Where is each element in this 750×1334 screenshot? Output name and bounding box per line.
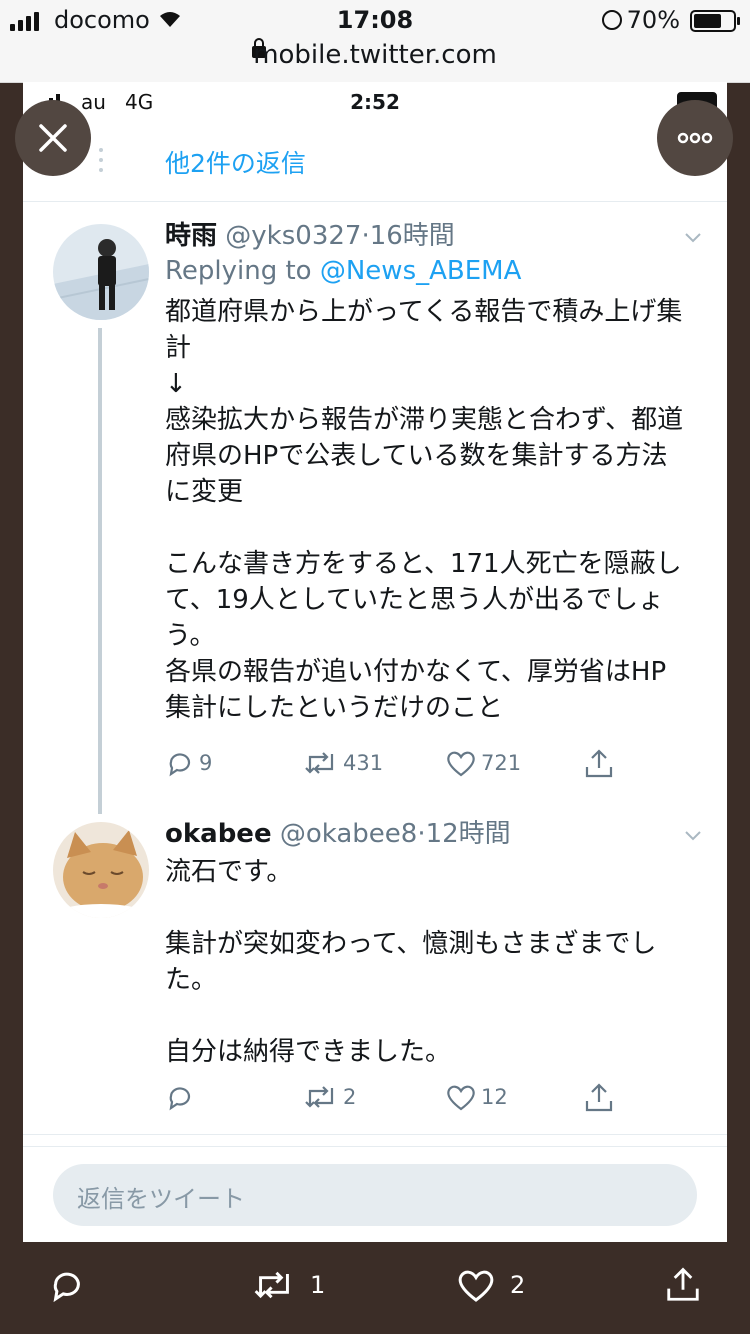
like-button[interactable]: 12 xyxy=(445,1082,508,1112)
reply-button[interactable] xyxy=(48,1266,86,1304)
like-count: 12 xyxy=(481,1085,508,1109)
tweet-actions: 2 12 xyxy=(165,1082,635,1122)
chevron-down-icon[interactable] xyxy=(685,230,701,246)
clock: 2:52 xyxy=(350,90,400,114)
like-button[interactable]: 2 xyxy=(456,1266,525,1304)
like-button[interactable]: 721 xyxy=(445,748,521,778)
reply-placeholder: 返信をツイート xyxy=(77,1185,245,1213)
avatar[interactable] xyxy=(53,822,149,918)
media-action-bar: 1 2 xyxy=(0,1242,750,1334)
tweet-header: okabee @okabee8·12時間 xyxy=(165,819,511,849)
mention-link[interactable]: @News_ABEMA xyxy=(320,256,522,286)
share-button[interactable] xyxy=(583,748,615,780)
close-icon xyxy=(39,124,67,152)
tweet-time: 16時間 xyxy=(369,221,455,251)
thread-dots-icon xyxy=(99,148,103,178)
retweet-icon xyxy=(305,1086,334,1108)
url-bar[interactable]: mobile.twitter.com xyxy=(0,40,750,70)
tweet-actions: 9 431 721 xyxy=(165,748,635,788)
display-name[interactable]: 時雨 xyxy=(165,221,217,251)
replying-to: Replying to @News_ABEMA xyxy=(165,256,522,286)
like-count: 721 xyxy=(481,751,522,775)
more-options-button[interactable] xyxy=(657,100,733,176)
heart-icon xyxy=(458,1270,494,1302)
share-icon xyxy=(585,1083,613,1112)
retweet-icon xyxy=(305,752,334,774)
tweet[interactable]: okabee @okabee8·12時間 流石です。 集計が突如変わって、憶測も… xyxy=(23,802,727,1132)
retweet-button[interactable]: 2 xyxy=(303,1082,356,1112)
share-icon xyxy=(667,1267,699,1301)
avatar[interactable] xyxy=(53,224,149,320)
divider xyxy=(23,1134,727,1135)
tweet-text: 流石です。 集計が突如変わって、憶測もさまざまでし た。 自分は納得できました。 xyxy=(165,857,657,1067)
more-replies-link[interactable]: 他2件の返信 xyxy=(165,144,306,180)
reply-icon xyxy=(169,753,191,777)
close-button[interactable] xyxy=(15,100,91,176)
tweet-screenshot: au 4G 2:52 他2件の返信 時雨 @yks0327·16時間 Reply… xyxy=(23,82,727,1242)
reply-button[interactable]: 9 xyxy=(165,748,212,778)
user-handle[interactable]: @okabee8 xyxy=(280,819,417,849)
outer-status-bar: docomo 17:08 70% mobile.twitter.com xyxy=(0,0,750,83)
reply-input[interactable]: 返信をツイート xyxy=(53,1164,697,1226)
share-button[interactable] xyxy=(583,1082,615,1114)
share-icon xyxy=(585,749,613,778)
reply-button[interactable] xyxy=(165,1082,199,1112)
like-count: 2 xyxy=(510,1271,526,1299)
reply-count: 9 xyxy=(199,751,213,775)
inner-status-bar: au 4G 2:52 xyxy=(23,82,727,122)
rotation-lock-icon xyxy=(602,10,622,30)
heart-icon xyxy=(447,1085,475,1111)
retweet-count: 2 xyxy=(343,1085,357,1109)
retweet-count: 431 xyxy=(343,751,384,775)
user-handle[interactable]: @yks0327 xyxy=(225,221,361,251)
tweet[interactable]: 時雨 @yks0327·16時間 Replying to @News_ABEMA… xyxy=(23,202,727,814)
more-replies-row[interactable]: 他2件の返信 xyxy=(23,122,727,202)
retweet-count: 1 xyxy=(310,1271,326,1299)
chevron-down-icon[interactable] xyxy=(685,828,701,844)
heart-icon xyxy=(447,751,475,777)
retweet-icon xyxy=(254,1271,289,1299)
retweet-button[interactable]: 431 xyxy=(303,748,383,778)
thread-line xyxy=(98,328,102,814)
battery-icon xyxy=(690,10,740,32)
reply-icon xyxy=(169,1087,191,1111)
tweet-header: 時雨 @yks0327·16時間 xyxy=(165,221,455,251)
share-button[interactable] xyxy=(664,1266,702,1304)
display-name[interactable]: okabee xyxy=(165,819,272,849)
more-icon xyxy=(677,132,713,144)
battery-percent: 70% xyxy=(626,6,680,34)
retweet-button[interactable]: 1 xyxy=(252,1266,325,1304)
divider xyxy=(23,1146,727,1147)
reply-icon xyxy=(53,1272,80,1303)
tweet-time: 12時間 xyxy=(425,819,511,849)
tweet-text: 都道府県から上がってくる報告で積み上げ集 計 ↓ 感染拡大から報告が滞り実態と合… xyxy=(165,297,684,723)
